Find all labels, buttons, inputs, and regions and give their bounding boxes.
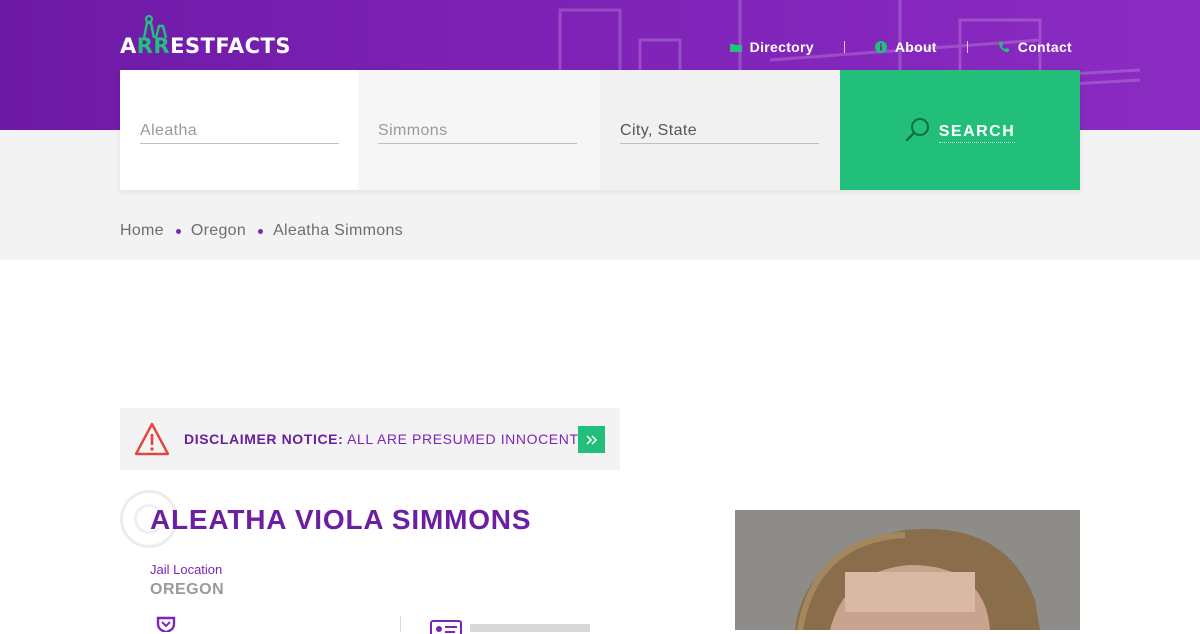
nav-about-label: About bbox=[894, 39, 937, 55]
breadcrumb-separator bbox=[175, 228, 181, 234]
location-input[interactable] bbox=[620, 118, 819, 144]
logo-wordmark: ARRESTFACTS bbox=[120, 34, 291, 58]
search-button[interactable]: SEARCH bbox=[840, 70, 1080, 190]
nav-divider bbox=[966, 41, 968, 53]
disclaimer-title: DISCLAIMER NOTICE: bbox=[184, 431, 344, 447]
nav-divider bbox=[843, 41, 845, 53]
first-name-field-container bbox=[120, 70, 358, 190]
search-icon bbox=[905, 118, 929, 142]
person-name: ALEATHA VIOLA SIMMONS bbox=[150, 504, 532, 535]
last-name-field-container bbox=[358, 70, 600, 190]
jail-location-value: OREGON bbox=[150, 581, 225, 598]
breadcrumb-current: Aleatha Simmons bbox=[273, 222, 403, 239]
nav-contact-label: Contact bbox=[1017, 39, 1072, 55]
info-value-cut-off bbox=[470, 624, 590, 632]
disclaimer-text: DISCLAIMER NOTICE: ALL ARE PRESUMED INNO… bbox=[184, 431, 591, 447]
breadcrumb-separator bbox=[258, 228, 264, 234]
info-icon bbox=[874, 41, 887, 53]
search-button-label: SEARCH bbox=[938, 123, 1016, 143]
mugshot-image bbox=[735, 510, 1080, 630]
id-card-icon bbox=[430, 620, 462, 634]
jail-location-label: Jail Location bbox=[150, 562, 223, 577]
nav-about[interactable]: About bbox=[874, 39, 937, 55]
first-name-input[interactable] bbox=[140, 118, 339, 144]
info-value-cut-off bbox=[206, 620, 266, 630]
main-navigation: Directory About Contact bbox=[729, 38, 1072, 56]
mugshot-photo bbox=[735, 510, 1080, 630]
search-form: SEARCH bbox=[120, 70, 1080, 190]
person-info-row bbox=[150, 612, 620, 634]
site-logo[interactable]: ARRESTFACTS bbox=[120, 14, 300, 58]
nav-directory[interactable]: Directory bbox=[729, 39, 814, 55]
breadcrumb: Home Oregon Aleatha Simmons bbox=[120, 222, 403, 240]
disclaimer-body: ALL ARE PRESUMED INNOCENT... bbox=[347, 431, 591, 447]
nav-directory-label: Directory bbox=[749, 39, 814, 55]
nav-contact[interactable]: Contact bbox=[998, 39, 1072, 55]
disclaimer-expand-button[interactable] bbox=[578, 426, 605, 453]
phone-icon bbox=[998, 42, 1009, 53]
breadcrumb-state[interactable]: Oregon bbox=[191, 222, 246, 240]
warning-icon bbox=[134, 422, 170, 456]
breadcrumb-home[interactable]: Home bbox=[120, 222, 164, 240]
disclaimer-notice: DISCLAIMER NOTICE: ALL ARE PRESUMED INNO… bbox=[120, 408, 620, 470]
last-name-input[interactable] bbox=[378, 118, 577, 144]
location-field-container bbox=[600, 70, 840, 190]
folder-icon bbox=[729, 44, 742, 52]
double-chevron-right-icon bbox=[585, 434, 597, 445]
